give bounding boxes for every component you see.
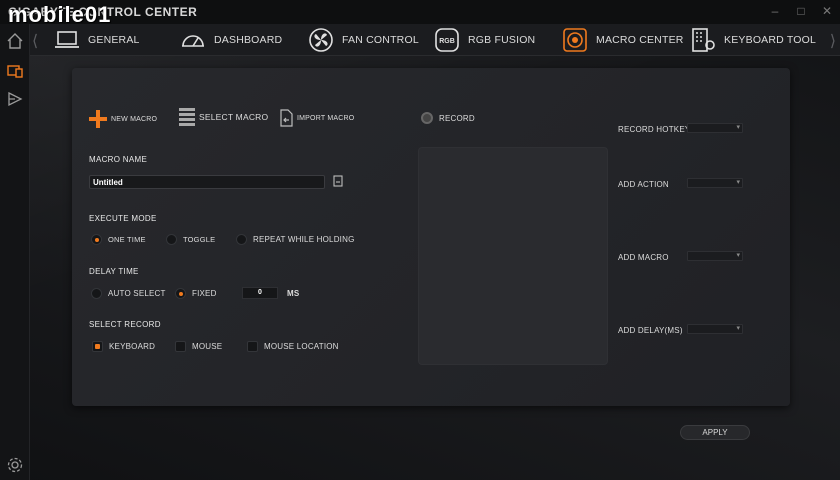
tab-macro-center[interactable]: MACRO CENTER [562,24,684,56]
gear-icon[interactable] [6,456,24,474]
nav-left-arrow[interactable]: ⟨ [32,31,38,51]
tab-general[interactable]: GENERAL [54,24,140,56]
mouse-label: MOUSE [192,342,223,351]
delay-fixed-option[interactable]: FIXED [175,288,217,299]
svg-text:RGB: RGB [439,38,455,45]
add-macro-dropdown[interactable]: ▾ [687,251,743,261]
tab-fan-control[interactable]: FAN CONTROL [308,24,419,56]
minimize-button[interactable]: – [768,4,782,18]
import-macro-label: IMPORT MACRO [297,114,355,122]
one-time-label: ONE TIME [108,235,146,244]
add-delay-label: ADD DELAY(MS) [618,326,683,335]
plus-icon [89,110,107,128]
macro-icon [562,27,588,53]
radio-one-time[interactable] [91,234,102,245]
macro-name-label: MACRO NAME [89,155,148,164]
rgb-icon: RGB [434,27,460,53]
tab-keyboard-tool[interactable]: KEYBOARD TOOL [690,24,816,56]
record-mouse-location-option[interactable]: MOUSE LOCATION [247,341,339,352]
laptop-icon [54,27,80,53]
title-bar: GIGABYTE CONTROL CENTER mobile01 – □ ✕ [0,0,840,27]
mouse-location-label: MOUSE LOCATION [264,342,339,351]
keyboard-label: KEYBOARD [109,342,156,351]
radio-fixed[interactable] [175,288,186,299]
radio-auto-select[interactable] [91,288,102,299]
window-controls: – □ ✕ [768,4,834,18]
add-delay-dropdown[interactable]: ▾ [687,324,743,334]
chevron-down-icon: ▾ [736,124,740,131]
execute-toggle-option[interactable]: TOGGLE [166,234,215,245]
layers-icon[interactable] [6,90,24,108]
fixed-label: FIXED [192,289,217,298]
select-macro-label: SELECT MACRO [199,112,269,122]
record-hotkey-label: RECORD HOTKEY [618,125,691,134]
tab-dashboard[interactable]: DASHBOARD [180,24,282,56]
import-icon [279,109,293,127]
execute-mode-label: EXECUTE MODE [89,214,157,223]
radio-toggle[interactable] [166,234,177,245]
tab-general-label: GENERAL [88,34,140,46]
import-macro-button[interactable]: IMPORT MACRO [279,109,354,127]
new-macro-button[interactable]: NEW MACRO [89,110,157,128]
select-record-label: SELECT RECORD [89,320,161,329]
record-button[interactable]: RECORD [421,112,475,124]
add-macro-label: ADD MACRO [618,253,669,262]
side-rail [0,24,30,480]
apply-button[interactable]: APPLY [680,425,750,440]
tab-rgb-fusion-label: RGB FUSION [468,34,536,46]
close-button[interactable]: ✕ [820,4,834,18]
execute-one-time-option[interactable]: ONE TIME [91,234,146,245]
fan-icon [308,27,334,53]
main-nav: ⟨ ⟩ GENERAL DASHBOARD FAN CONTROL RGB RG… [30,24,840,56]
auto-select-label: AUTO SELECT [108,289,166,298]
delay-ms-input[interactable]: 0 [242,287,278,299]
edit-name-icon[interactable] [331,174,345,188]
record-mouse-option[interactable]: MOUSE [175,341,222,352]
record-keyboard-option[interactable]: KEYBOARD [92,341,155,352]
delay-auto-option[interactable]: AUTO SELECT [91,288,166,299]
toggle-label: TOGGLE [183,235,216,244]
checkbox-keyboard[interactable] [92,341,103,352]
select-macro-button[interactable]: SELECT MACRO [179,108,268,126]
gauge-icon [180,27,206,53]
devices-icon[interactable] [6,62,24,80]
macro-name-input[interactable]: Untitled [89,175,325,189]
delay-unit: MS [287,289,300,298]
record-hotkey-dropdown[interactable]: ▾ [687,123,743,133]
macro-panel: NEW MACRO SELECT MACRO IMPORT MACRO RECO… [72,68,790,406]
radio-repeat[interactable] [236,234,247,245]
record-label: RECORD [439,113,475,123]
home-icon[interactable] [6,32,24,50]
nav-right-arrow[interactable]: ⟩ [830,31,836,51]
tab-fan-control-label: FAN CONTROL [342,34,419,46]
checkbox-mouse[interactable] [175,341,186,352]
chevron-down-icon: ▾ [736,325,740,332]
tab-keyboard-tool-label: KEYBOARD TOOL [724,34,817,46]
chevron-down-icon: ▾ [736,252,740,259]
tab-macro-center-label: MACRO CENTER [596,34,684,46]
tab-rgb-fusion[interactable]: RGB RGB FUSION [434,24,535,56]
tab-dashboard-label: DASHBOARD [214,34,283,46]
maximize-button[interactable]: □ [794,4,808,18]
execute-repeat-option[interactable]: REPEAT WHILE HOLDING [236,234,355,245]
record-list-area[interactable] [418,147,608,365]
record-icon [421,112,433,124]
chevron-down-icon: ▾ [736,179,740,186]
delay-time-label: DELAY TIME [89,267,139,276]
keyboard-icon [690,27,716,53]
add-action-dropdown[interactable]: ▾ [687,178,743,188]
new-macro-label: NEW MACRO [111,115,158,123]
repeat-label: REPEAT WHILE HOLDING [253,235,355,244]
add-action-label: ADD ACTION [618,180,669,189]
list-icon [179,108,195,126]
checkbox-mouse-location[interactable] [247,341,258,352]
